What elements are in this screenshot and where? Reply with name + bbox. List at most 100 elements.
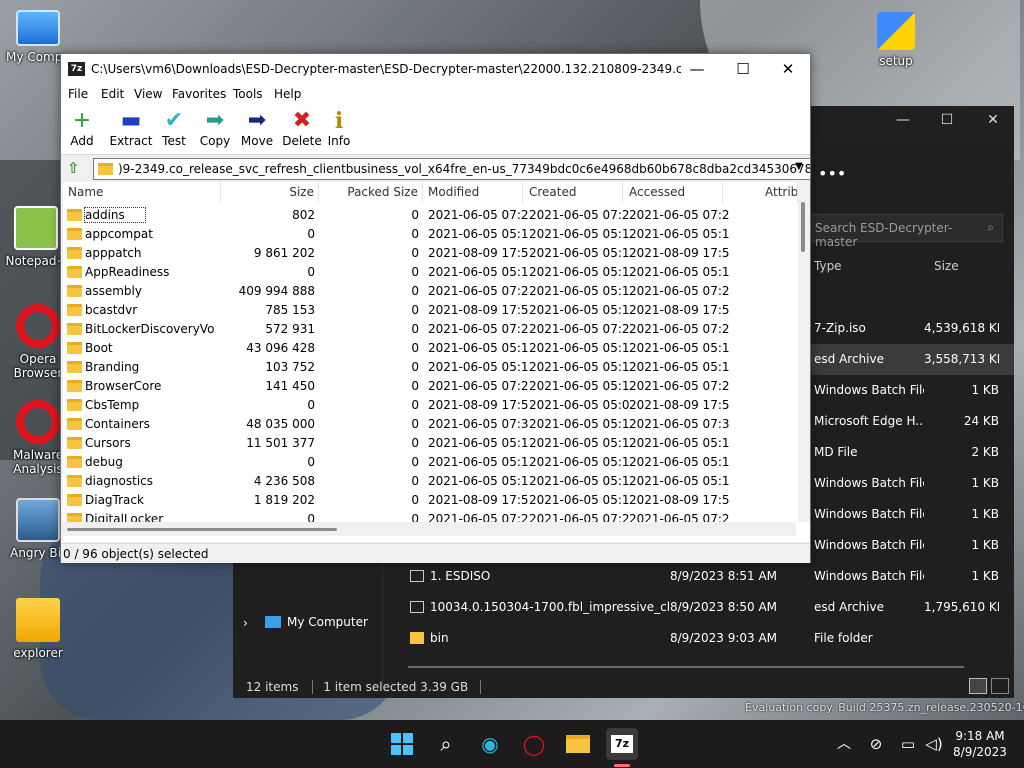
menu-edit[interactable]: Edit xyxy=(101,87,124,101)
folder-icon xyxy=(67,342,82,354)
toolbar-add-button[interactable]: + Add xyxy=(70,109,94,149)
maximize-button[interactable]: ☐ xyxy=(720,56,766,82)
setup-shield-icon xyxy=(877,12,915,50)
sevenzip-window[interactable]: 7z C:\Users\vm6\Downloads\ESD-Decrypter-… xyxy=(60,53,811,563)
menu-help[interactable]: Help xyxy=(274,87,301,101)
toolbar-move-button[interactable]: ➡ Move xyxy=(239,109,275,149)
explorer-search-input[interactable]: Search ESD-Decrypter-master ⌕ xyxy=(806,214,1003,249)
table-row[interactable]: Containers 48 035 000 0 2021-06-05 07:30 202… xyxy=(63,415,798,434)
table-row[interactable]: BrowserCore 141 450 0 2021-06-05 07:20 2021-… xyxy=(63,377,798,396)
table-row[interactable]: appcompat 0 0 2021-06-05 05:10 2021-06-05 05… xyxy=(63,225,798,244)
table-row[interactable]: Cursors 11 501 377 0 2021-06-05 05:10 2021-0… xyxy=(63,434,798,453)
nav-item-my-computer[interactable]: My Computer xyxy=(287,615,368,629)
table-row[interactable]: bcastdvr 785 153 0 2021-08-09 17:57 2021-06-… xyxy=(63,301,798,320)
active-app-indicator xyxy=(614,764,630,767)
explorer-more-button[interactable]: ••• xyxy=(818,164,846,183)
column-header-name[interactable]: Name xyxy=(63,182,221,203)
cell-packed: 0 xyxy=(411,208,419,222)
cell-name: appcompat xyxy=(85,227,153,241)
column-header-packed-size[interactable]: Packed Size xyxy=(319,182,423,203)
close-button[interactable]: ✕ xyxy=(765,56,811,82)
column-header-accessed[interactable]: Accessed xyxy=(623,182,723,203)
toolbar-extract-button[interactable]: ▬ Extract xyxy=(105,109,157,149)
table-row[interactable]: BitLockerDiscoveryVolu... 572 931 0 2021-06… xyxy=(63,320,798,339)
opera-icon xyxy=(16,304,60,348)
cell-size: 1,795,610 KB xyxy=(924,600,999,614)
cell-type: Windows Batch File xyxy=(814,569,924,583)
start-windows-icon[interactable] xyxy=(386,728,418,760)
clock-date: 8/9/2023 xyxy=(953,745,1007,759)
table-row[interactable]: assembly 409 994 888 0 2021-06-05 07:29 2021… xyxy=(63,282,798,301)
details-view-icon[interactable] xyxy=(969,678,987,694)
file-explorer-icon[interactable] xyxy=(562,728,594,760)
folder-icon xyxy=(67,304,82,316)
toolbar-test-button[interactable]: ✔ Test xyxy=(156,109,192,149)
table-row[interactable]: AppReadiness 0 0 2021-06-05 05:10 2021-06-05… xyxy=(63,263,798,282)
column-header-modified[interactable]: Modified xyxy=(423,182,523,203)
cell-created: 2021-06-05 07:24 xyxy=(529,322,629,336)
cell-packed: 0 xyxy=(411,360,419,374)
horizontal-scrollbar[interactable] xyxy=(63,522,796,536)
extract-icon: ▬ xyxy=(120,108,142,133)
search-icon[interactable]: ⌕ xyxy=(430,728,462,760)
cell-packed: 0 xyxy=(411,398,419,412)
network-icon[interactable]: ⊘ xyxy=(860,728,892,760)
explorer-status-bar: 12 items 1 item selected 3.39 GB xyxy=(246,680,485,694)
toolbar-copy-button[interactable]: ➡ Copy xyxy=(197,109,233,149)
monitor-icon xyxy=(16,10,60,46)
cell-modified: 2021-08-09 17:57 xyxy=(428,246,528,260)
cell-type: Windows Batch File xyxy=(814,507,924,521)
file-list[interactable]: Name Size Packed Size Modified Created A… xyxy=(63,182,810,542)
table-row[interactable]: diagnostics 4 236 508 0 2021-06-05 05:10 202… xyxy=(63,472,798,491)
explorer-maximize-button[interactable]: ☐ xyxy=(927,112,967,134)
column-header-type[interactable]: Type xyxy=(814,259,842,273)
toolbar-info-button[interactable]: i Info xyxy=(327,109,351,149)
column-header-size[interactable]: Size xyxy=(934,259,959,273)
column-header-created[interactable]: Created xyxy=(523,182,623,203)
opera-icon[interactable]: ◯ xyxy=(518,728,550,760)
cell-created: 2021-06-05 05:10 xyxy=(529,436,629,450)
vertical-scrollbar[interactable] xyxy=(798,182,810,522)
column-header-attrib[interactable]: Attrib xyxy=(723,182,798,203)
explorer-close-button[interactable]: ✕ xyxy=(973,112,1013,134)
cell-packed: 0 xyxy=(411,322,419,336)
column-header-size[interactable]: Size xyxy=(221,182,319,203)
folder-icon xyxy=(98,163,113,175)
minimize-button[interactable]: — xyxy=(674,56,720,82)
sevenzip-titlebar[interactable]: 7z C:\Users\vm6\Downloads\ESD-Decrypter-… xyxy=(61,54,810,84)
scrollbar-thumb[interactable] xyxy=(67,528,337,531)
cell-date: 8/9/2023 8:50 AM xyxy=(670,600,778,614)
up-folder-icon[interactable]: ⇧ xyxy=(67,159,85,177)
tray-overflow-chevron-icon[interactable]: ︿ xyxy=(828,728,860,760)
address-dropdown-icon[interactable]: ▼ xyxy=(795,161,803,172)
desktop-icon-explorer[interactable]: explorer xyxy=(2,598,74,660)
table-row[interactable]: DiagTrack 1 819 202 0 2021-08-09 17:57 2021-… xyxy=(63,491,798,510)
table-row[interactable]: Boot 43 096 428 0 2021-06-05 05:10 2021-06-0… xyxy=(63,339,798,358)
folder-icon xyxy=(67,247,82,259)
table-row[interactable]: apppatch 9 861 202 0 2021-08-09 17:57 2021-0… xyxy=(63,244,798,263)
menu-favorites[interactable]: Favorites xyxy=(172,87,226,101)
clock[interactable]: 9:18 AM 8/9/2023 xyxy=(950,728,1010,760)
table-row[interactable]: debug 0 0 2021-06-05 05:10 2021-06-05 05:10 2… xyxy=(63,453,798,472)
cell-created: 2021-06-05 05:10 xyxy=(529,265,629,279)
tiles-view-icon[interactable] xyxy=(991,678,1009,694)
table-row[interactable]: Branding 103 752 0 2021-06-05 05:10 2021-06-… xyxy=(63,358,798,377)
toolbar-delete-button[interactable]: ✖ Delete xyxy=(278,109,326,149)
expand-chevron-icon[interactable]: › xyxy=(243,616,248,630)
explorer-minimize-button[interactable]: — xyxy=(883,112,923,134)
sevenzip-taskbar-icon[interactable]: 7z xyxy=(606,728,638,760)
cell-type: esd Archive xyxy=(814,352,884,366)
volume-icon[interactable]: ◁) xyxy=(918,728,950,760)
menu-tools[interactable]: Tools xyxy=(233,87,263,101)
table-row[interactable]: addins 802 0 2021-06-05 07:24 2021-06-05 07:… xyxy=(63,206,798,225)
table-row[interactable]: CbsTemp 0 0 2021-08-09 17:57 2021-06-05 05:0… xyxy=(63,396,798,415)
edge-icon[interactable]: ◉ xyxy=(474,728,506,760)
desktop-icon-setup[interactable]: setup xyxy=(860,12,932,68)
scrollbar-thumb[interactable] xyxy=(801,202,805,252)
info-icon: i xyxy=(334,108,344,134)
menu-file[interactable]: File xyxy=(68,87,88,101)
explorer-hscroll[interactable] xyxy=(408,666,964,668)
menu-view[interactable]: View xyxy=(134,87,162,101)
address-input[interactable]: )9-2349.co_release_svc_refresh_clientbus… xyxy=(93,158,811,180)
folder-icon xyxy=(67,380,82,392)
